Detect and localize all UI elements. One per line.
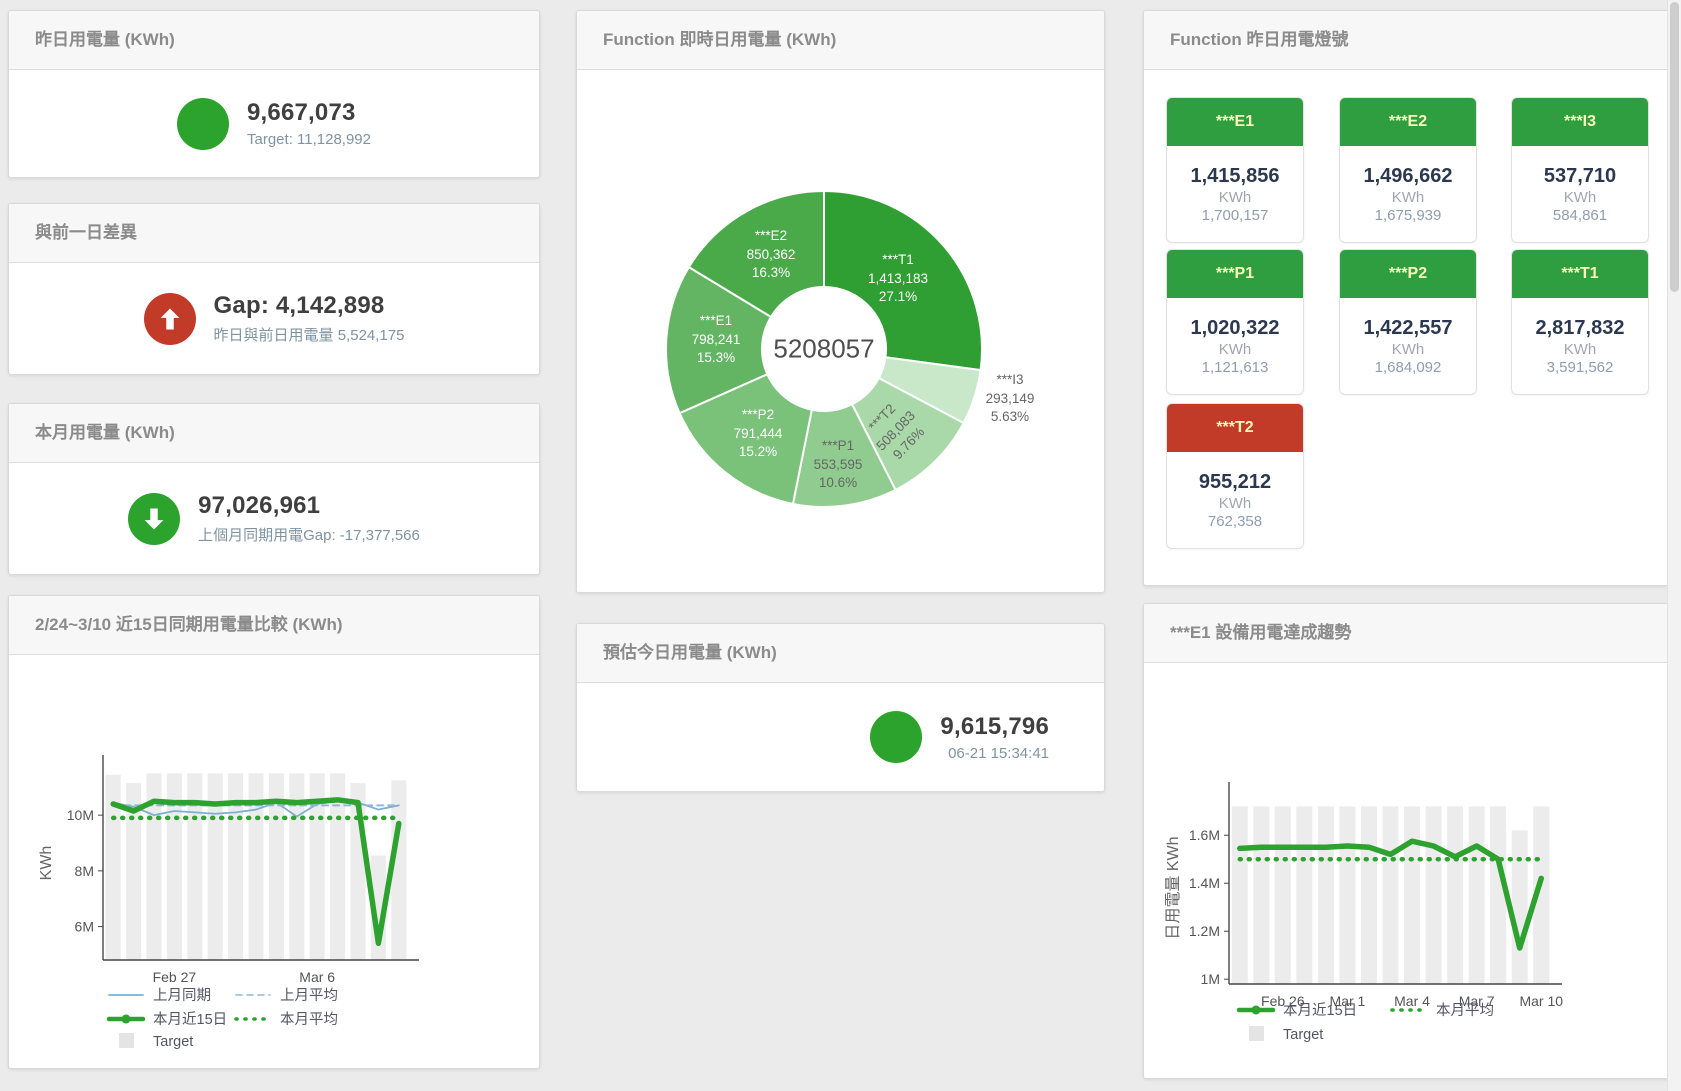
svg-text:本月平均: 本月平均: [280, 1011, 338, 1028]
tile-target: 584,861: [1553, 207, 1607, 224]
tile-header: ***P2: [1340, 250, 1476, 298]
stat-subtitle: 上個月同期用電Gap: -17,377,566: [198, 524, 420, 545]
light-tile-e1: ***E1 1,415,856 KWh 1,700,157: [1166, 97, 1304, 243]
svg-text:Target: Target: [153, 1034, 193, 1050]
compare-15day-chart[interactable]: 6M 8M 10M Feb 27 Mar 6 KWh 上月同期 上月平均本月近15日 本月平均 T…: [9, 655, 539, 1068]
tile-header: ***I3: [1512, 98, 1648, 146]
arrow-down-icon: [128, 493, 180, 545]
svg-text:上月同期: 上月同期: [153, 987, 211, 1004]
panel-e1-trend: ***E1 設備用電達成趨勢 1M1.2M1.4M1.6MFeb 26Mar 1…: [1143, 603, 1670, 1079]
tile-unit: KWh: [1219, 495, 1252, 512]
panel-title[interactable]: Function 即時日用電量 (KWh): [577, 11, 1104, 70]
panel-title[interactable]: ***E1 設備用電達成趨勢: [1144, 604, 1669, 663]
svg-text:1M: 1M: [1201, 971, 1220, 987]
stat-value: 97,026,961: [198, 492, 420, 520]
tile-header: ***T2: [1167, 404, 1303, 452]
svg-text:本月平均: 本月平均: [1436, 1002, 1494, 1019]
page-scrollbar[interactable]: [1667, 0, 1681, 1091]
svg-text:10M: 10M: [67, 807, 94, 823]
status-circle-icon: [870, 711, 922, 763]
tile-header: ***T1: [1512, 250, 1648, 298]
panel-prev-day-gap: 與前一日差異 Gap: 4,142,898 昨日與前日用電量 5,524,175: [8, 203, 540, 375]
panel-title[interactable]: 本月用電量 (KWh): [9, 404, 539, 463]
svg-text:6M: 6M: [75, 919, 94, 935]
stat-subtitle: 昨日與前日用電量 5,524,175: [214, 324, 405, 345]
tile-header: ***E2: [1340, 98, 1476, 146]
tile-target: 1,700,157: [1202, 207, 1269, 224]
panel-title[interactable]: 2/24~3/10 近15日同期用電量比較 (KWh): [9, 596, 539, 655]
svg-text:8M: 8M: [75, 863, 94, 879]
tile-target: 762,358: [1208, 513, 1262, 530]
svg-text:日用電量 KWh: 日用電量 KWh: [1165, 836, 1182, 939]
arrow-up-icon: [144, 293, 196, 345]
svg-text:Target: Target: [1283, 1027, 1323, 1043]
donut-chart[interactable]: 5208057 ***T1 1,413,183 27.1% ***I3 293,…: [577, 70, 1104, 592]
svg-text:KWh: KWh: [38, 846, 55, 881]
panel-estimate-today: 預估今日用電量 (KWh) 9,615,796 06-21 15:34:41: [576, 623, 1105, 792]
svg-text:1.6M: 1.6M: [1189, 827, 1220, 843]
light-tile-t1: ***T1 2,817,832 KWh 3,591,562: [1511, 249, 1649, 395]
tile-target: 3,591,562: [1547, 359, 1614, 376]
panel-yesterday-lights: Function 昨日用電燈號 ***E1 1,415,856 KWh 1,70…: [1143, 10, 1670, 586]
stat-value: 9,615,796: [940, 713, 1049, 741]
panel-yesterday-usage: 昨日用電量 (KWh) 9,667,073 Target: 11,128,992: [8, 10, 540, 178]
panel-title[interactable]: Function 昨日用電燈號: [1144, 11, 1669, 70]
scrollbar-thumb[interactable]: [1670, 2, 1679, 292]
tile-unit: KWh: [1219, 189, 1252, 206]
svg-text:Feb 27: Feb 27: [153, 969, 197, 985]
svg-text:Mar 4: Mar 4: [1394, 993, 1430, 1009]
panel-month-usage: 本月用電量 (KWh) 97,026,961 上個月同期用電Gap: -17,3…: [8, 403, 540, 575]
tile-value: 537,710: [1544, 165, 1616, 188]
tile-value: 1,422,557: [1364, 317, 1453, 340]
tile-unit: KWh: [1392, 341, 1425, 358]
stat-subtitle: 06-21 15:34:41: [940, 745, 1049, 762]
light-tile-p1: ***P1 1,020,322 KWh 1,121,613: [1166, 249, 1304, 395]
tile-header: ***P1: [1167, 250, 1303, 298]
e1-trend-chart[interactable]: 1M1.2M1.4M1.6MFeb 26Mar 1Mar 4Mar 7Mar 1…: [1144, 663, 1669, 1078]
svg-text:本月近15日: 本月近15日: [153, 1011, 227, 1028]
svg-text:Mar 10: Mar 10: [1519, 993, 1563, 1009]
tile-header: ***E1: [1167, 98, 1303, 146]
tile-value: 1,415,856: [1191, 165, 1280, 188]
tile-target: 1,675,939: [1375, 207, 1442, 224]
tile-unit: KWh: [1564, 189, 1597, 206]
tile-value: 1,020,322: [1191, 317, 1280, 340]
tile-value: 2,817,832: [1536, 317, 1625, 340]
panel-realtime-donut: Function 即時日用電量 (KWh) 5208057 ***T1 1,41…: [576, 10, 1105, 593]
tile-unit: KWh: [1219, 341, 1252, 358]
svg-text:本月近15日: 本月近15日: [1283, 1002, 1357, 1019]
tile-unit: KWh: [1564, 341, 1597, 358]
tile-value: 955,212: [1199, 471, 1271, 494]
panel-title[interactable]: 預估今日用電量 (KWh): [577, 624, 1104, 683]
light-tile-e2: ***E2 1,496,662 KWh 1,675,939: [1339, 97, 1477, 243]
tile-target: 1,684,092: [1375, 359, 1442, 376]
tile-target: 1,121,613: [1202, 359, 1269, 376]
status-circle-icon: [177, 98, 229, 150]
tile-value: 1,496,662: [1364, 165, 1453, 188]
stat-value: 9,667,073: [247, 99, 371, 127]
stat-subtitle: Target: 11,128,992: [247, 131, 371, 148]
svg-text:上月平均: 上月平均: [280, 987, 338, 1004]
svg-text:1.2M: 1.2M: [1189, 923, 1220, 939]
stat-value: Gap: 4,142,898: [214, 292, 405, 320]
light-tile-p2: ***P2 1,422,557 KWh 1,684,092: [1339, 249, 1477, 395]
svg-text:Mar 6: Mar 6: [299, 969, 335, 985]
panel-compare-15day: 2/24~3/10 近15日同期用電量比較 (KWh) 6M 8M 10M Feb 2…: [8, 595, 540, 1069]
tile-unit: KWh: [1392, 189, 1425, 206]
panel-title[interactable]: 與前一日差異: [9, 204, 539, 263]
light-tile-i3: ***I3 537,710 KWh 584,861: [1511, 97, 1649, 243]
svg-text:1.4M: 1.4M: [1189, 875, 1220, 891]
panel-title[interactable]: 昨日用電量 (KWh): [9, 11, 539, 70]
light-tile-t2: ***T2 955,212 KWh 762,358: [1166, 403, 1304, 549]
